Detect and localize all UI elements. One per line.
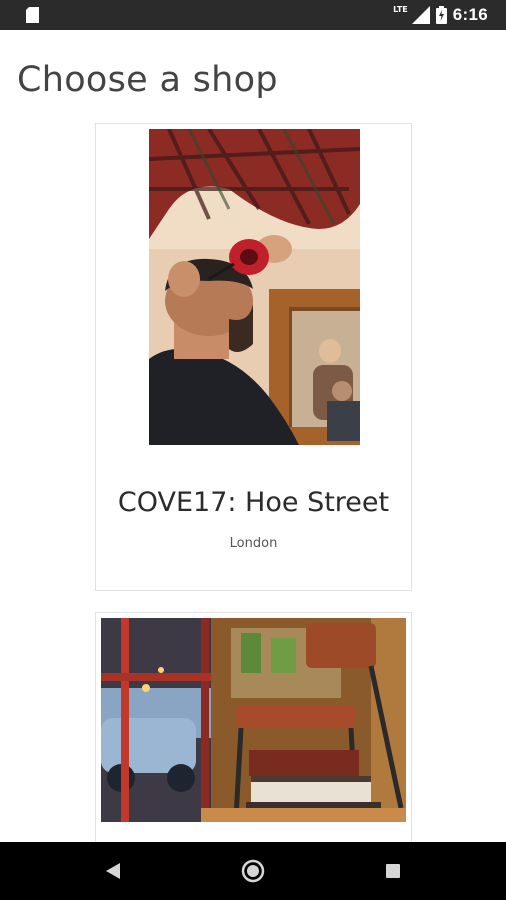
shop-photo (101, 618, 406, 822)
status-bar: LTE 6:16 (0, 0, 506, 30)
shop-photo (149, 129, 360, 445)
back-icon (106, 863, 120, 879)
shop-name: COVE17: Hoe Street (117, 487, 390, 518)
navigation-bar (0, 842, 506, 900)
shop-card[interactable]: COVE17: Hoe Street London (95, 123, 412, 591)
back-button[interactable] (97, 855, 129, 887)
home-button[interactable] (237, 855, 269, 887)
home-icon (241, 859, 265, 883)
signal-icon (411, 6, 430, 24)
sd-card-icon (26, 7, 39, 23)
shop-city: London (229, 536, 278, 551)
clock: 6:16 (452, 5, 488, 24)
page-title: Choose a shop (17, 60, 278, 100)
recents-button[interactable] (377, 855, 409, 887)
network-type-label: LTE (393, 4, 408, 14)
shop-card[interactable] (95, 612, 412, 852)
battery-charging-icon (435, 6, 447, 24)
recents-icon (386, 864, 400, 878)
